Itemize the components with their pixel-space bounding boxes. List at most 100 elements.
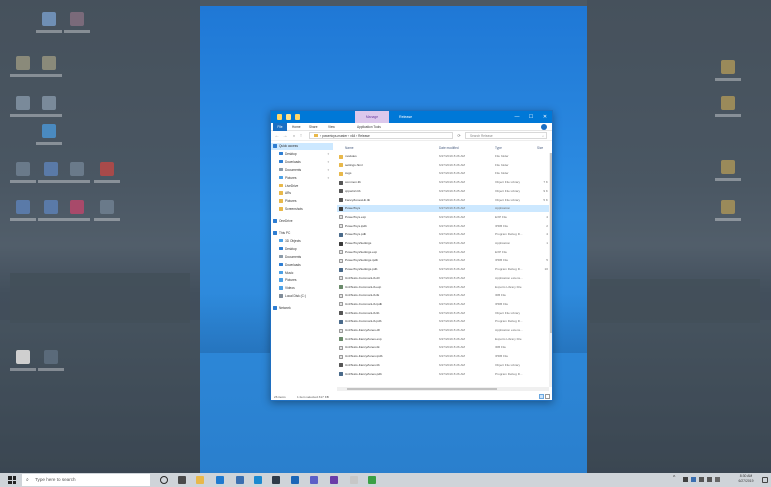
desktop-icon-app[interactable] — [62, 12, 92, 52]
column-header-date[interactable]: Date modified — [439, 145, 459, 152]
tab-file[interactable]: File — [273, 123, 287, 131]
file-row[interactable]: PowerToysSettings.pdb 6/27/2019 8:26 AM Pr… — [337, 266, 549, 273]
nav-item[interactable]: Local Disk (C:) — [271, 293, 333, 300]
file-row[interactable]: PowerToysSettings 6/27/2019 8:26 AM Applic… — [337, 240, 549, 247]
quick-access-new-folder-icon[interactable] — [286, 114, 291, 120]
help-icon[interactable] — [541, 124, 547, 130]
store-icon[interactable] — [236, 476, 244, 484]
minimize-button[interactable]: — — [510, 111, 524, 123]
column-header-type[interactable]: Type — [495, 145, 502, 152]
file-row[interactable]: FancyZonesLib.lib 6/27/2019 8:26 AM Object… — [337, 197, 549, 204]
desktop-icon-folder[interactable] — [713, 200, 743, 240]
vscode-icon[interactable] — [254, 476, 262, 484]
nav-item[interactable]: 3D Objects — [271, 238, 333, 245]
file-row[interactable]: UnitTests-CommonLib.ilk 6/27/2019 8:25 AM… — [337, 292, 549, 299]
search-input[interactable]: Search Release ⌕ — [465, 132, 547, 139]
file-row[interactable]: PowerToysSettings.ipdb 6/27/2019 8:26 AM I… — [337, 257, 549, 264]
file-row[interactable]: UnitTests-FancyZones.ipdb 6/27/2019 8:26 … — [337, 353, 549, 360]
tab-home[interactable]: Home — [292, 123, 301, 131]
nav-item[interactable]: Quick access — [271, 143, 333, 150]
desktop-icon-folder[interactable] — [713, 160, 743, 200]
file-row[interactable]: UnitTests-CommonLib.lib 6/27/2019 8:25 AM… — [337, 310, 549, 317]
tab-share[interactable]: Share — [309, 123, 318, 131]
teams-icon[interactable] — [310, 476, 318, 484]
taskbar-search-input[interactable]: ⌕ Type here to search — [22, 474, 150, 486]
outlook-icon[interactable] — [291, 476, 299, 484]
show-hidden-icons-chevron-icon[interactable]: ^ — [673, 475, 675, 481]
horizontal-scrollbar[interactable] — [337, 387, 549, 391]
scrollbar-thumb[interactable] — [549, 153, 552, 333]
nav-item[interactable]: LiveDrive — [271, 183, 333, 190]
file-row[interactable]: settings-html 6/27/2019 8:26 AM File folde… — [337, 162, 549, 169]
vertical-scrollbar[interactable] — [549, 153, 552, 387]
file-row[interactable]: svgs 6/27/2019 8:26 AM File folder — [337, 170, 549, 177]
tab-application-tools[interactable]: Application Tools — [357, 123, 381, 131]
title-bar[interactable]: Manage Release — ☐ ✕ — [271, 111, 552, 123]
maximize-button[interactable]: ☐ — [524, 111, 538, 123]
file-row[interactable]: UnitTests-FancyZones.exp 6/27/2019 8:26 A… — [337, 336, 549, 343]
clock[interactable]: 8:30 AM 6/27/2019 — [735, 474, 757, 484]
desktop-icon-shortcut[interactable] — [8, 162, 38, 202]
nav-item[interactable]: Documents — [271, 254, 333, 261]
network-icon[interactable] — [699, 477, 704, 482]
tray-app-icon[interactable] — [683, 477, 688, 482]
desktop-icon-app[interactable] — [8, 200, 38, 240]
file-row[interactable]: PowerToys 6/27/2019 8:26 AM Application — [337, 205, 549, 213]
large-icons-view-icon[interactable] — [545, 394, 550, 399]
desktop-icon-app[interactable] — [62, 200, 92, 240]
file-row[interactable]: PowerToysSettings.exp 6/27/2019 8:26 AM EX… — [337, 249, 549, 256]
desktop-icon-browser[interactable] — [34, 124, 64, 164]
nav-item[interactable]: Videos — [271, 285, 333, 292]
notification-icon[interactable] — [762, 477, 768, 483]
desktop-icon-app[interactable] — [36, 350, 66, 390]
file-row[interactable]: UnitTests-FancyZones.ilk 6/27/2019 8:26 A… — [337, 344, 549, 351]
terminal-icon[interactable] — [272, 476, 280, 484]
file-row[interactable]: common.lib 6/27/2019 8:25 AM Object File L… — [337, 179, 549, 186]
nav-item[interactable]: This PC — [271, 230, 333, 237]
file-row[interactable]: UnitTests-CommonLib.pdb 6/27/2019 8:25 AM… — [337, 318, 549, 325]
up-button[interactable]: ↑ — [298, 132, 304, 140]
details-view-icon[interactable] — [539, 394, 544, 399]
nav-item[interactable]: Desktop ✦ — [271, 151, 333, 158]
desktop-icon-app[interactable] — [62, 162, 92, 202]
file-row[interactable]: PowerToys.ipdb 6/27/2019 8:26 AM IPDB File… — [337, 223, 549, 230]
volume-icon[interactable] — [707, 477, 712, 482]
desktop-icon-app[interactable] — [92, 162, 122, 202]
nav-item[interactable]: Pictures — [271, 198, 333, 205]
file-row[interactable]: UnitTests-CommonLib.dll 6/27/2019 8:25 AM… — [337, 275, 549, 282]
desktop-icon-recycle-bin[interactable] — [34, 12, 64, 52]
photos-icon[interactable] — [368, 476, 376, 484]
tab-view[interactable]: View — [328, 123, 335, 131]
desktop-icon-folder[interactable] — [713, 60, 743, 100]
back-button[interactable]: ← — [274, 132, 280, 140]
nav-item[interactable]: OneDrive — [271, 218, 333, 225]
refresh-button[interactable]: ⟳ — [455, 132, 463, 139]
close-button[interactable]: ✕ — [538, 111, 552, 123]
edge-icon[interactable] — [216, 476, 224, 484]
nav-item[interactable]: Screenshots — [271, 206, 333, 213]
tab-manage[interactable]: Manage — [355, 111, 389, 123]
task-view-icon[interactable] — [178, 476, 186, 484]
desktop-icon-folder[interactable] — [713, 96, 743, 136]
file-row[interactable]: cppwinrt.lib 6/27/2019 8:25 AM Object File… — [337, 188, 549, 195]
quick-access-properties-icon[interactable] — [277, 114, 282, 120]
nav-item[interactable]: Music — [271, 270, 333, 277]
file-row[interactable]: UnitTests-CommonLib.exp 6/27/2019 8:25 AM… — [337, 284, 549, 291]
file-row[interactable]: PowerToys.pdb 6/27/2019 8:26 AM Program De… — [337, 231, 549, 238]
scrollbar-thumb[interactable] — [347, 388, 497, 390]
start-button[interactable] — [8, 476, 16, 484]
column-header-name[interactable]: Name — [345, 145, 354, 152]
paint-icon[interactable] — [350, 476, 358, 484]
tray-app-icon[interactable] — [691, 477, 696, 482]
visual-studio-icon[interactable] — [330, 476, 338, 484]
nav-item[interactable]: Pictures — [271, 277, 333, 284]
file-row[interactable]: PowerToys.exp 6/27/2019 8:26 AM EXP File 4 — [337, 214, 549, 221]
file-row[interactable]: UnitTests-CommonLib.ipdb 6/27/2019 8:25 A… — [337, 301, 549, 308]
forward-button[interactable]: → — [282, 132, 288, 140]
file-row[interactable]: UnitTests-FancyZones.pdb 6/27/2019 8:26 A… — [337, 371, 549, 378]
nav-item[interactable]: Downloads — [271, 262, 333, 269]
nav-item[interactable]: Documents ✦ — [271, 167, 333, 174]
recent-locations-chevron-down-icon[interactable]: ▾ — [291, 132, 297, 140]
address-bar[interactable]: › powertoys-master › x64 › Release — [309, 132, 453, 139]
nav-item[interactable]: Network — [271, 305, 333, 312]
